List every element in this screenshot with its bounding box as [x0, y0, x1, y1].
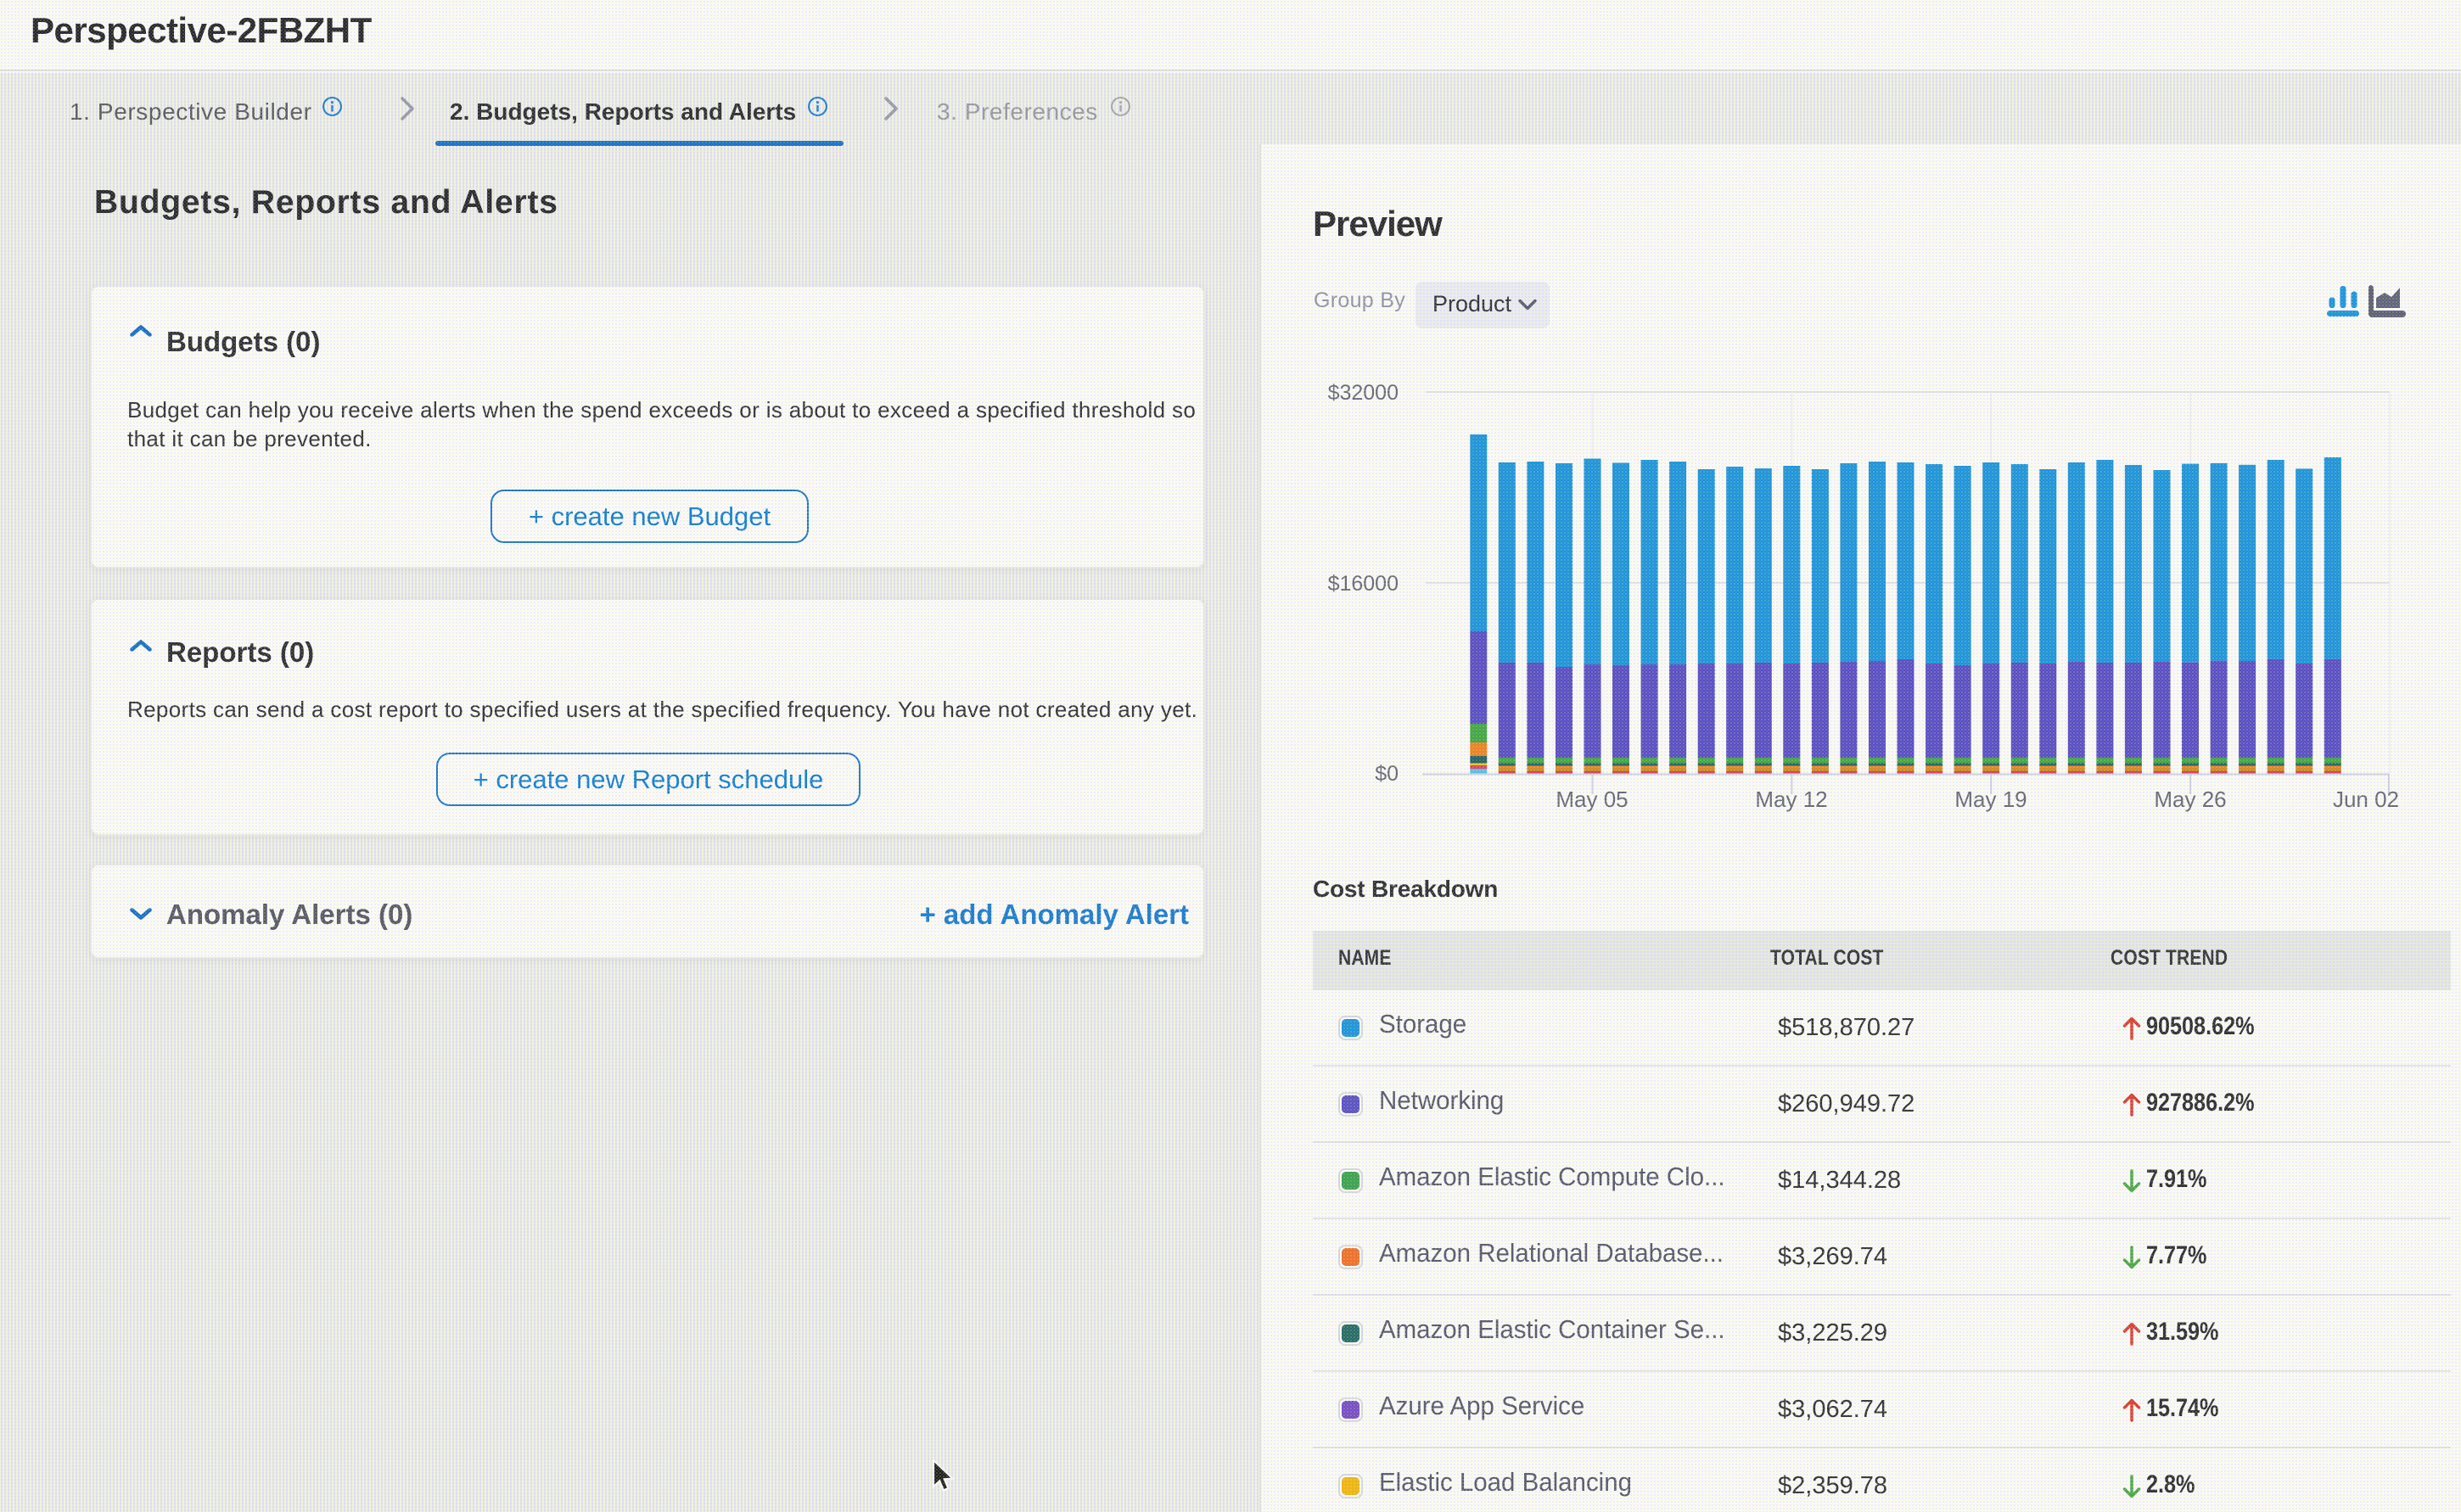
svg-text:Jun 02: Jun 02: [2333, 787, 2399, 812]
svg-text:May 12: May 12: [1755, 787, 1827, 812]
svg-text:$16000: $16000: [1328, 572, 1399, 596]
svg-text:May 26: May 26: [2154, 787, 2226, 812]
svg-text:$32000: $32000: [1328, 381, 1399, 405]
svg-text:$0: $0: [1375, 762, 1399, 786]
svg-text:May 19: May 19: [1954, 787, 2027, 812]
svg-text:May 05: May 05: [1556, 787, 1628, 812]
